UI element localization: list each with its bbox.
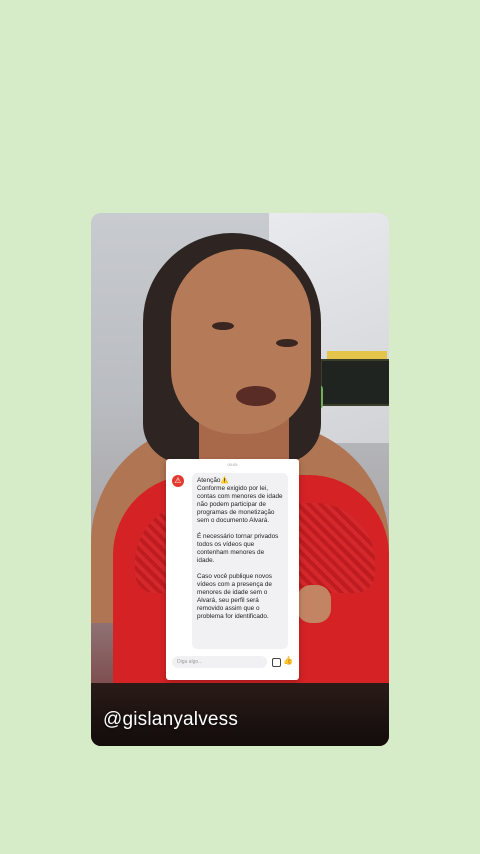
message-paragraph-1: Conforme exigido por lei, contas com men… — [197, 485, 283, 524]
person-hand — [297, 585, 331, 623]
alert-avatar-icon: ⚠ — [172, 475, 184, 487]
message-compose-input[interactable]: Diga algo... — [172, 656, 267, 668]
message-title: Atenção — [197, 477, 221, 484]
username-watermark: @gislanyalvess — [103, 709, 239, 730]
message-time: 00:05 — [227, 462, 238, 467]
warning-emoji-icon: ⚠️ — [220, 477, 229, 484]
alert-message-screenshot: 00:05 ⚠ Atenção⚠️ Conforme exigido por l… — [166, 459, 299, 680]
background-box — [320, 359, 389, 406]
message-bubble: Atenção⚠️ Conforme exigido por lei, cont… — [192, 473, 288, 649]
image-icon[interactable] — [272, 658, 281, 667]
person-eye-right — [276, 339, 298, 347]
message-paragraph-3: Caso você publique novos vídeos com a pr… — [197, 573, 272, 620]
message-title-line: Atenção⚠️ — [197, 477, 283, 485]
message-paragraph-2: É necessário tornar privados todos os ví… — [197, 533, 279, 564]
thumbs-up-icon[interactable]: 👍 — [283, 656, 293, 666]
person-mouth — [236, 386, 276, 406]
person-eye-left — [212, 322, 234, 330]
